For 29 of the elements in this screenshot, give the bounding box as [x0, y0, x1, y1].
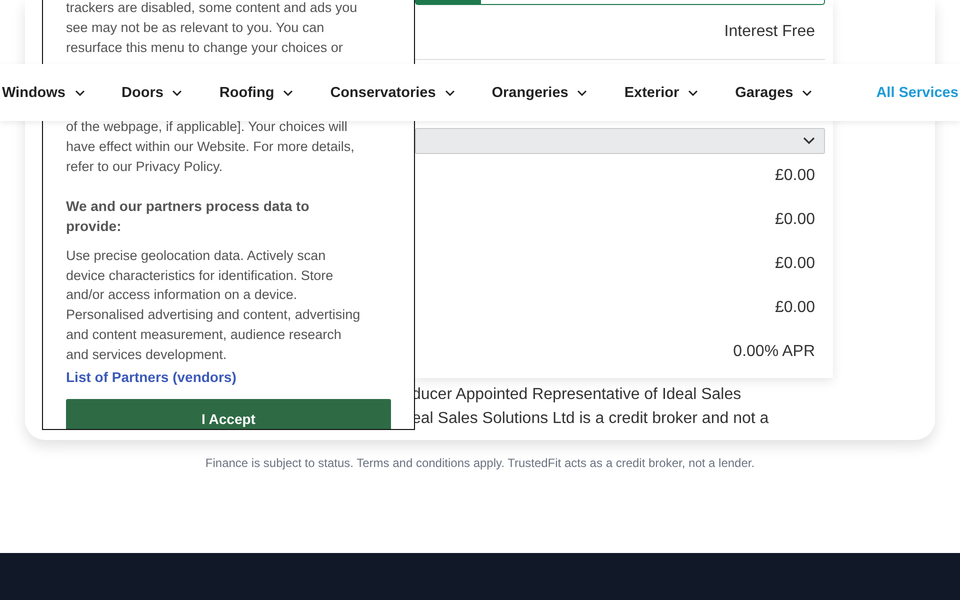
chevron-down-icon — [803, 137, 815, 145]
accept-button[interactable]: I Accept — [66, 399, 391, 429]
consent-heading: We and our partners process data to provide: — [66, 197, 310, 236]
nav-menu-item[interactable]: Conservatories — [330, 84, 455, 100]
nav-menu-item[interactable]: Garages — [735, 84, 812, 100]
result-value: £0.00 — [774, 255, 815, 273]
nav-menu-item[interactable]: Roofing — [219, 84, 294, 100]
nav-menu-item[interactable]: Windows — [2, 84, 85, 100]
nav-menu-item[interactable]: Exterior — [624, 84, 698, 100]
purposes-text: Use precise geolocation data. Actively scan device characteristics for identification. Store and/or access information on a device. Personalised advertising and content, advertising and content measurement, audience research and services development. — [66, 247, 362, 364]
chevron-down-icon — [444, 90, 455, 96]
result-value: £0.00 — [774, 167, 815, 185]
chevron-down-icon — [172, 90, 182, 96]
select-field[interactable] — [415, 128, 825, 154]
chevron-down-icon — [802, 90, 812, 96]
partners-link[interactable]: List of Partners (vendors) — [66, 369, 236, 386]
result-value: 0.00% APR — [733, 343, 815, 361]
footer-note: Finance is subject to status. Terms and conditions apply. TrustedFit acts as a credit broker, not a lender. — [204, 456, 756, 470]
chevron-down-icon — [283, 90, 294, 96]
result-value: £0.00 — [774, 211, 815, 229]
result-value: £0.00 — [774, 299, 815, 317]
nav-menu-item[interactable]: Doors — [122, 84, 182, 100]
chevron-down-icon — [688, 90, 698, 96]
rate-label: Interest Free — [723, 22, 816, 42]
chevron-down-icon — [74, 90, 85, 96]
consent-text: of the webpage, if applicable]. Your choices will have effect within our Website. For more details, refer to our Privacy Policy. — [66, 118, 356, 176]
nav-menu-item[interactable]: Orangeries — [492, 84, 588, 100]
chevron-down-icon — [577, 90, 588, 96]
consent-text: trackers are disabled, some content and ads you see may not be as relevant to you. You can resurface this menu to change your choices or — [66, 0, 358, 57]
